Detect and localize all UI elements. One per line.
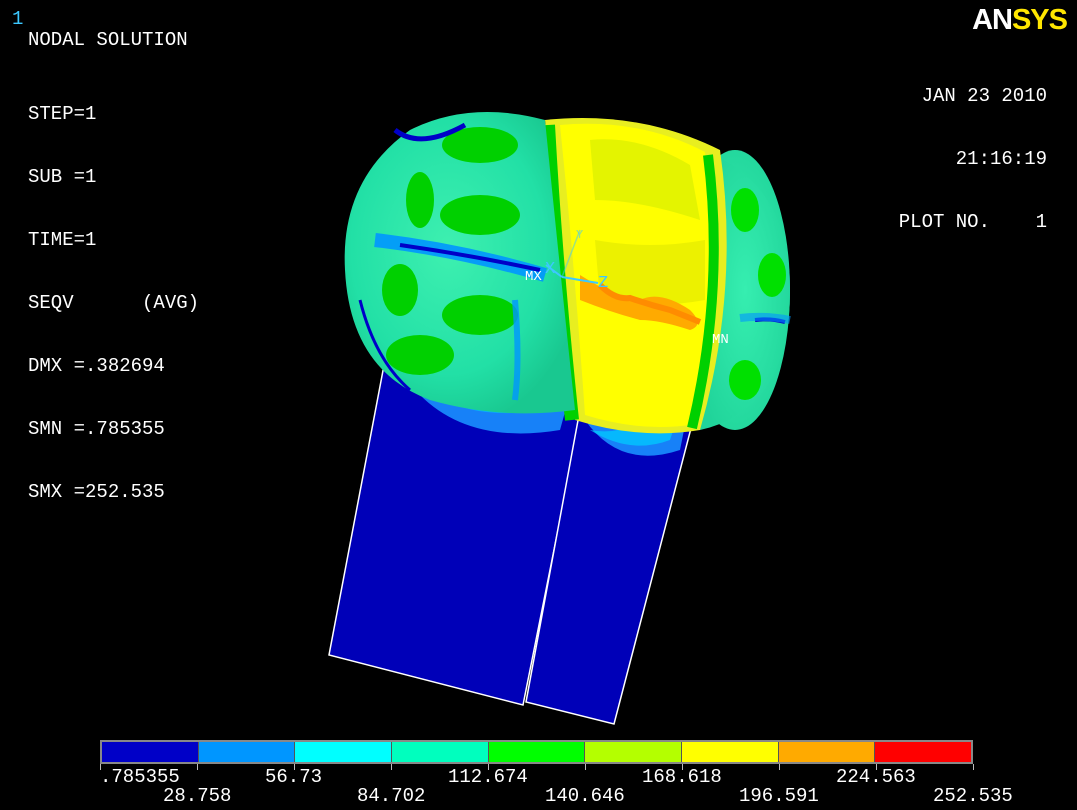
param-smx: SMX =252.535 bbox=[28, 481, 165, 503]
legend-swatch-4 bbox=[488, 742, 586, 762]
param-sub: SUB =1 bbox=[28, 166, 97, 188]
plot-number: PLOT NO. 1 bbox=[898, 211, 1047, 233]
window-number: 1 bbox=[12, 8, 24, 30]
axis-label-z: Z bbox=[598, 274, 608, 293]
legend-label: 196.591 bbox=[739, 785, 819, 807]
param-step: STEP=1 bbox=[28, 103, 97, 125]
legend-tick-mark bbox=[585, 764, 586, 770]
legend-label: 168.618 bbox=[642, 766, 722, 788]
legend-label: 252.535 bbox=[933, 785, 1013, 807]
contour-legend-bar bbox=[100, 740, 973, 764]
legend-swatch-0 bbox=[102, 742, 199, 762]
legend-swatch-2 bbox=[295, 742, 393, 762]
solution-parameters: STEP=1 SUB =1 TIME=1 SEQV (AVG) DMX =.38… bbox=[28, 62, 199, 524]
legend-swatch-6 bbox=[682, 742, 779, 762]
logo-sys: SYS bbox=[1011, 4, 1068, 36]
axis-label-x: X bbox=[545, 260, 555, 279]
tank-left-dome bbox=[344, 112, 575, 414]
legend-label: 56.73 bbox=[265, 766, 323, 788]
min-marker: MN bbox=[712, 332, 729, 348]
ansys-logo: ANSYS bbox=[972, 4, 1068, 37]
legend-swatch-5 bbox=[585, 742, 683, 762]
param-dmx: DMX =.382694 bbox=[28, 355, 165, 377]
legend-label: 140.646 bbox=[545, 785, 625, 807]
legend-swatch-1 bbox=[198, 742, 296, 762]
max-marker: MX bbox=[525, 269, 542, 285]
plot-info: JAN 23 2010 21:16:19 PLOT NO. 1 bbox=[899, 44, 1047, 254]
legend-label: 112.674 bbox=[448, 766, 528, 788]
logo-an: AN bbox=[972, 4, 1013, 36]
plot-title: NODAL SOLUTION bbox=[28, 29, 188, 51]
legend-tick-mark bbox=[391, 764, 392, 770]
legend-tick-mark bbox=[197, 764, 198, 770]
legend-tick-mark bbox=[779, 764, 780, 770]
legend-swatch-8 bbox=[875, 742, 972, 762]
legend-label: 28.758 bbox=[163, 785, 232, 807]
param-seqv: SEQV (AVG) bbox=[28, 292, 200, 314]
plot-time: 21:16:19 bbox=[955, 148, 1047, 170]
plot-date: JAN 23 2010 bbox=[921, 85, 1047, 107]
legend-label: 224.563 bbox=[836, 766, 916, 788]
legend-swatch-7 bbox=[778, 742, 876, 762]
legend-label: 84.702 bbox=[357, 785, 426, 807]
legend-swatch-3 bbox=[392, 742, 489, 762]
axis-label-y: Y bbox=[576, 228, 583, 242]
param-time: TIME=1 bbox=[28, 229, 97, 251]
legend-tick-mark bbox=[973, 764, 974, 770]
param-smn: SMN =.785355 bbox=[28, 418, 165, 440]
